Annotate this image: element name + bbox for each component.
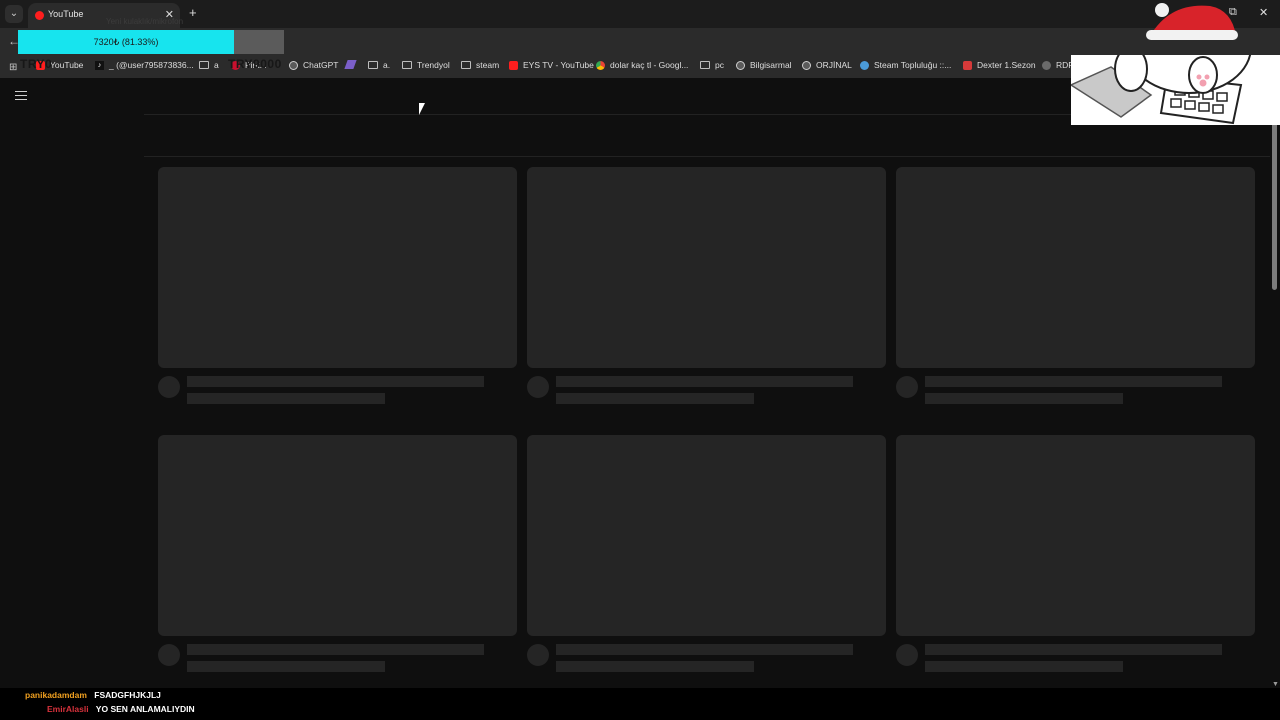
video-thumbnail-placeholder (158, 167, 517, 368)
bookmark-dexter[interactable]: Dexter 1.Sezon (963, 60, 1036, 70)
bookmark-label: Dexter 1.Sezon (977, 60, 1036, 70)
scroll-down-icon[interactable]: ▼ (1272, 681, 1279, 688)
bookmark-label: ORJİNAL (816, 60, 852, 70)
youtube-favicon-icon (35, 11, 44, 20)
bookmark-label: Bilgisarmal (750, 60, 792, 70)
bookmark-label: a (214, 60, 219, 70)
youtube-icon (509, 60, 518, 70)
bookmark-folder-steam[interactable]: steam (461, 60, 499, 70)
bookmark-label: Trendyol (417, 60, 450, 70)
bookmark-label: dolar kaç tl - Googl... (610, 60, 689, 70)
video-meta-placeholder (556, 393, 754, 404)
stream-chat: panikadamdam FSADGFHJKJLJ EmirAlasli YO … (0, 688, 1280, 720)
bookmark-folder-a[interactable]: a (199, 60, 219, 70)
cat-keyboard-illustration (1069, 0, 1280, 125)
bookmark-label: ChatGPT (303, 60, 339, 70)
donation-goal-title: Yeni kulaklık/mikrofon (106, 17, 184, 26)
globe-icon (802, 60, 811, 70)
video-meta-placeholder (925, 393, 1123, 404)
bookmark-steam-community[interactable]: Steam Topluluğu ::... (860, 60, 951, 70)
bookmark-bilgisarmal[interactable]: Bilgisarmal (736, 60, 792, 70)
video-title-placeholder (187, 376, 484, 387)
chat-text: FSADGFHJKJLJ (94, 690, 161, 700)
video-thumbnail-placeholder (896, 435, 1255, 636)
video-meta-placeholder (556, 661, 754, 672)
bookmark-rdr[interactable]: RDR (1042, 60, 1074, 70)
mouse-cursor-icon (419, 103, 425, 115)
bookmark-label: _ (@user795873836... (109, 60, 194, 70)
chat-message: EmirAlasli YO SEN ANLAMALIYDIN (47, 704, 195, 714)
page-scrollbar[interactable]: ▲ ▼ (1270, 82, 1280, 688)
video-thumbnail-placeholder (896, 167, 1255, 368)
donation-goal-max: TRY9000 (228, 57, 282, 71)
bookmark-label: YouTube (50, 60, 84, 70)
guide-menu-icon[interactable] (15, 91, 27, 103)
bookmark-folder-trendyol[interactable]: Trendyol (402, 60, 450, 70)
globe-icon (736, 60, 745, 70)
streamer-avatar-overlay (1069, 0, 1280, 125)
folder-icon (368, 61, 378, 69)
folder-icon (199, 61, 209, 69)
bookmark-orjinal[interactable]: ORJİNAL (802, 60, 852, 70)
donation-goal-text: 7320₺ (81.33%) (93, 37, 159, 47)
chatgpt-icon (289, 60, 298, 70)
bookmark-eys-tv[interactable]: EYS TV - YouTube (509, 60, 594, 70)
channel-avatar-placeholder (158, 376, 180, 398)
video-thumbnail-placeholder (527, 167, 886, 368)
folder-icon (402, 61, 412, 69)
bookmark-label: steam (476, 60, 500, 70)
new-tab-button[interactable]: + (189, 5, 197, 20)
tiktok-icon: ♪ (95, 60, 104, 70)
video-thumbnail-placeholder (158, 435, 517, 636)
bookmark-label: a. (383, 60, 391, 70)
steam-icon (860, 60, 869, 70)
tab-strip: ⌄ YouTube ✕ + ⧉ ✕ (0, 0, 1280, 28)
bookmark-folder-a-dot[interactable]: a. (368, 60, 390, 70)
chat-text: YO SEN ANLAMALIYDIN (95, 704, 195, 714)
channel-avatar-placeholder (158, 644, 180, 666)
donation-goal-min: TRY0 (20, 57, 53, 71)
video-meta-placeholder (187, 393, 385, 404)
video-title-placeholder (187, 644, 484, 655)
chat-message: panikadamdam FSADGFHJKJLJ (25, 690, 161, 700)
santa-hat-icon (1146, 3, 1238, 40)
bookmark-dolar[interactable]: dolar kaç tl - Googl... (596, 60, 688, 70)
bookmark-folder-pc[interactable]: pc (700, 60, 724, 70)
bookmark-label: Steam Topluluğu ::... (874, 60, 952, 70)
folder-icon (461, 61, 471, 69)
tab-title: YouTube (48, 9, 84, 19)
chat-username: panikadamdam (25, 690, 87, 700)
video-title-placeholder (925, 644, 1222, 655)
donation-goal-bar: 7320₺ (81.33%) (18, 30, 284, 54)
channel-avatar-placeholder (896, 376, 918, 398)
bookmark-tiktok[interactable]: ♪ _ (@user795873836... (95, 60, 194, 70)
channel-avatar-placeholder (896, 644, 918, 666)
chips-divider (144, 156, 1270, 157)
purple-arrow-icon (344, 60, 357, 69)
dexter-icon (963, 60, 972, 70)
bookmark-label: pc (715, 60, 724, 70)
video-meta-placeholder (187, 661, 385, 672)
close-window-button[interactable]: ✕ (1259, 6, 1268, 19)
video-title-placeholder (925, 376, 1222, 387)
video-title-placeholder (556, 644, 853, 655)
channel-avatar-placeholder (527, 376, 549, 398)
folder-icon (700, 61, 710, 69)
bookmark-purple[interactable] (344, 60, 360, 69)
generic-icon (1042, 60, 1051, 70)
channel-avatar-placeholder (527, 644, 549, 666)
video-meta-placeholder (925, 661, 1123, 672)
google-icon (596, 60, 605, 70)
apps-grid-icon[interactable]: ⊞ (9, 62, 17, 73)
scroll-thumb[interactable] (1272, 122, 1277, 290)
video-title-placeholder (556, 376, 853, 387)
bookmark-label: EYS TV - YouTube (523, 60, 594, 70)
chat-username: EmirAlasli (47, 704, 89, 714)
bookmark-chatgpt[interactable]: ChatGPT (289, 60, 338, 70)
video-thumbnail-placeholder (527, 435, 886, 636)
tab-search-button[interactable]: ⌄ (5, 5, 23, 23)
